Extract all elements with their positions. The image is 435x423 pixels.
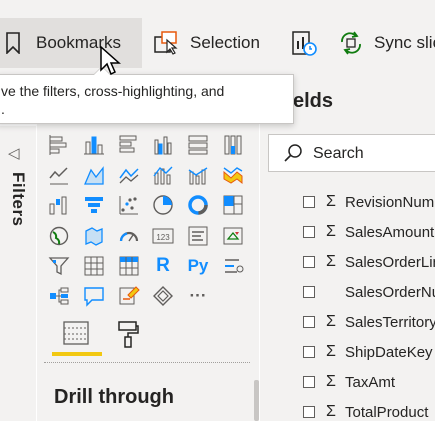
- line-chart-icon[interactable]: [48, 164, 70, 186]
- selection-icon: [153, 30, 179, 56]
- field-checkbox[interactable]: [303, 196, 315, 208]
- key-influencers-icon[interactable]: [222, 255, 244, 277]
- stacked-bar-icon[interactable]: [48, 134, 70, 156]
- field-checkbox[interactable]: [303, 256, 315, 268]
- selection-button[interactable]: Selection: [153, 18, 275, 68]
- filled-map-icon[interactable]: [83, 225, 105, 247]
- field-name: RevisionNum: [345, 193, 435, 211]
- selection-label: Selection: [190, 33, 260, 52]
- stacked-area-icon[interactable]: [118, 164, 140, 186]
- treemap-icon[interactable]: [222, 194, 244, 216]
- field-name: ShipDateKey: [345, 343, 433, 361]
- multirow-card-icon[interactable]: [187, 225, 209, 247]
- field-checkbox[interactable]: [303, 226, 315, 238]
- area-chart-icon[interactable]: [83, 164, 105, 186]
- matrix-icon[interactable]: [118, 255, 140, 277]
- bookmark-icon: [6, 32, 20, 54]
- sigma-icon: Σ: [326, 343, 336, 360]
- kpi-icon[interactable]: [222, 225, 244, 247]
- field-checkbox[interactable]: [303, 346, 315, 358]
- ribbon-chart-icon[interactable]: [222, 164, 244, 186]
- viz-pane-scrollbar[interactable]: [254, 380, 259, 421]
- r-visual-icon[interactable]: R: [152, 255, 174, 277]
- field-row[interactable]: ΣSalesOrderNu: [303, 281, 435, 303]
- field-checkbox[interactable]: [303, 286, 315, 298]
- tooltip-text-line2: .: [1, 101, 5, 117]
- performance-analyzer-button[interactable]: [284, 18, 320, 68]
- table-icon[interactable]: [83, 255, 105, 277]
- clustered-column-icon[interactable]: [152, 134, 174, 156]
- sync-slicers-label: Sync slic: [374, 33, 435, 52]
- decomposition-tree-icon[interactable]: [48, 285, 70, 307]
- 100-stacked-bar-icon[interactable]: [187, 134, 209, 156]
- filters-label: Filters: [9, 172, 28, 227]
- more-visuals-icon[interactable]: ···: [187, 285, 209, 307]
- field-row[interactable]: Σ SalesAmount: [303, 221, 434, 243]
- gauge-icon[interactable]: [118, 225, 140, 247]
- sigma-icon: Σ: [326, 223, 336, 240]
- search-icon: [283, 143, 303, 168]
- 100-stacked-column-icon[interactable]: [222, 134, 244, 156]
- python-visual-icon[interactable]: Py: [187, 255, 209, 277]
- divider: [44, 362, 250, 363]
- custom-visual-icon[interactable]: [152, 285, 174, 307]
- mouse-cursor-icon: [100, 45, 122, 83]
- slicer-icon[interactable]: [48, 255, 70, 277]
- performance-analyzer-icon: [291, 29, 317, 57]
- qa-icon[interactable]: [83, 285, 105, 307]
- sigma-icon: Σ: [326, 403, 336, 420]
- fields-well-tab-icon[interactable]: [62, 318, 90, 353]
- sigma-icon: Σ: [326, 193, 336, 210]
- sigma-icon: Σ: [326, 253, 336, 270]
- active-tab-indicator: [52, 352, 102, 356]
- format-paint-roller-icon[interactable]: [116, 320, 140, 353]
- donut-icon[interactable]: [187, 194, 209, 216]
- clustered-bar-icon[interactable]: [118, 134, 140, 156]
- field-name: SalesAmount: [345, 223, 435, 241]
- sigma-icon: Σ: [326, 373, 336, 390]
- search-placeholder: Search: [313, 145, 364, 162]
- pie-icon[interactable]: [152, 194, 174, 216]
- fields-title: elds: [293, 90, 334, 112]
- filters-pane-collapsed[interactable]: [0, 126, 36, 421]
- expand-filters-icon[interactable]: ◁: [8, 144, 20, 162]
- stacked-column-icon[interactable]: [83, 134, 105, 156]
- field-row[interactable]: Σ ShipDateKey: [303, 341, 433, 363]
- line-stacked-column-icon[interactable]: [152, 164, 174, 186]
- field-row[interactable]: Σ RevisionNum: [303, 191, 434, 213]
- field-name: SalesOrderLin: [345, 253, 435, 271]
- card-icon[interactable]: 123: [152, 225, 174, 247]
- field-row[interactable]: Σ TaxAmt: [303, 371, 395, 393]
- field-name: TaxAmt: [345, 373, 396, 391]
- scatter-icon[interactable]: [118, 194, 140, 216]
- field-name: SalesOrderNu: [345, 283, 435, 301]
- map-icon[interactable]: [48, 225, 70, 247]
- drill-through-title: Drill through: [54, 386, 174, 408]
- svg-text:123: 123: [156, 233, 170, 242]
- waterfall-icon[interactable]: [48, 194, 70, 216]
- bookmarks-tooltip: ve the filters, cross-highlighting, and …: [0, 74, 294, 124]
- field-name: SalesTerritory: [345, 313, 435, 331]
- sync-slicers-button[interactable]: Sync slic: [336, 18, 435, 68]
- field-checkbox[interactable]: [303, 316, 315, 328]
- field-row[interactable]: Σ TotalProduct: [303, 401, 428, 423]
- field-checkbox[interactable]: [303, 376, 315, 388]
- field-checkbox[interactable]: [303, 406, 315, 418]
- funnel-icon[interactable]: [83, 194, 105, 216]
- smart-narrative-icon[interactable]: [118, 285, 140, 307]
- field-name: TotalProduct: [345, 403, 429, 421]
- line-clustered-column-icon[interactable]: [187, 164, 209, 186]
- sigma-icon: Σ: [326, 313, 336, 330]
- field-row[interactable]: Σ SalesTerritory: [303, 311, 435, 333]
- field-row[interactable]: Σ SalesOrderLin: [303, 251, 435, 273]
- sync-slicers-icon: [338, 30, 364, 56]
